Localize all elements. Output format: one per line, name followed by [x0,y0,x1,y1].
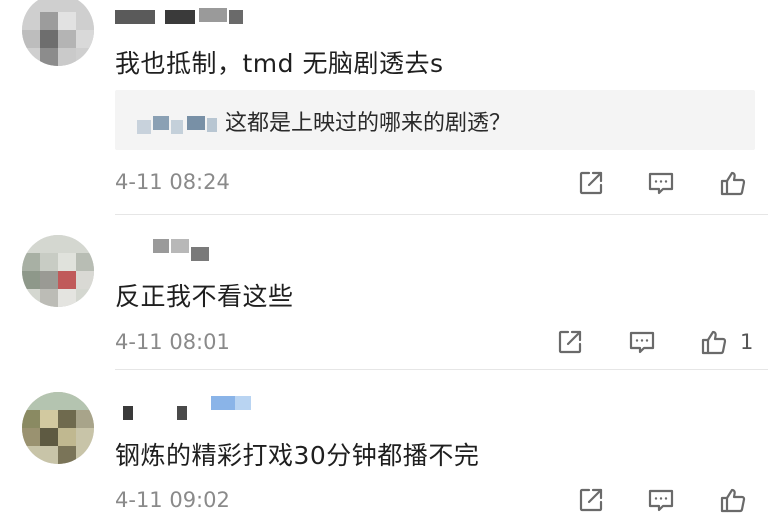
username-obscured[interactable] [115,396,255,420]
reply-text: 这都是上映过的哪来的剧透？ [225,111,512,136]
reply-quote[interactable]: 这都是上映过的哪来的剧透？ [115,90,755,150]
avatar[interactable] [22,392,94,464]
reply-username-obscured[interactable] [137,116,225,134]
like-count: 1 [740,330,754,354]
comment-icon [648,172,674,195]
like-button[interactable] [697,325,731,359]
share-icon [579,488,603,512]
comment-item: 钢炼的精彩打戏30分钟都播不完 4-11 09:02 [0,370,768,513]
thumbs-up-icon [720,488,746,513]
share-button[interactable] [574,483,608,517]
share-icon [579,171,603,195]
share-button[interactable] [574,166,608,200]
thumbs-up-icon [701,330,727,355]
comment-item: 反正我不看这些 4-11 08:01 1 [0,215,768,370]
comment-time: 4-11 08:01 [115,330,230,354]
share-button[interactable] [553,325,587,359]
like-button[interactable] [716,166,750,200]
share-icon [558,330,582,354]
comment-content: 钢炼的精彩打戏30分钟都播不完 [115,441,480,470]
comment-content: 我也抵制，tmd 无脑剧透去s [115,49,444,78]
comment-time: 4-11 08:24 [115,170,230,194]
comment-item: 我也抵制，tmd 无脑剧透去s 这都是上映过的哪来的剧透？ 4-11 08:24 [0,0,768,215]
thumbs-up-icon [720,171,746,196]
username-obscured[interactable] [115,239,215,263]
comment-content: 反正我不看这些 [115,282,294,311]
comment-icon [629,331,655,354]
comment-button[interactable] [644,166,678,200]
avatar[interactable] [22,0,94,66]
avatar[interactable] [22,235,94,307]
username-obscured[interactable] [115,4,245,28]
like-button[interactable] [716,483,750,517]
comment-button[interactable] [644,483,678,517]
comment-icon [648,489,674,512]
comment-button[interactable] [625,325,659,359]
comment-time: 4-11 09:02 [115,488,230,512]
